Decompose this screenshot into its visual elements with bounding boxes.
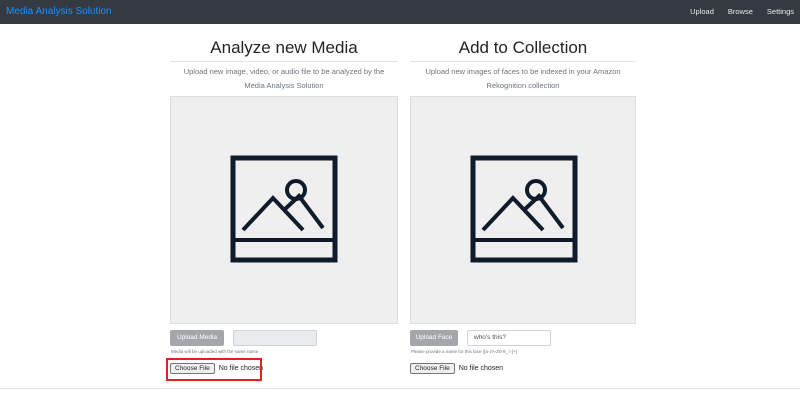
choose-file-button[interactable]: Choose File bbox=[410, 363, 455, 374]
nav-settings[interactable]: Settings bbox=[767, 7, 794, 16]
image-placeholder-icon bbox=[230, 155, 338, 263]
image-placeholder-icon bbox=[470, 155, 578, 263]
brand-link[interactable]: Media Analysis Solution bbox=[6, 6, 112, 17]
nav-upload[interactable]: Upload bbox=[690, 7, 714, 16]
face-hint: Please provide a name for this face ([a-… bbox=[411, 349, 518, 354]
navbar: Media Analysis Solution Upload Browse Se… bbox=[0, 0, 800, 24]
media-hint: Media will be uploaded with the same nam… bbox=[171, 349, 259, 354]
media-preview bbox=[170, 96, 398, 324]
face-preview bbox=[410, 96, 636, 324]
media-name-field[interactable] bbox=[233, 330, 317, 346]
collection-title-rule bbox=[410, 61, 636, 62]
face-name-field[interactable]: who's this? bbox=[467, 330, 551, 346]
footer-divider bbox=[0, 388, 800, 389]
collection-title: Add to Collection bbox=[458, 38, 588, 57]
highlight-box bbox=[166, 358, 262, 381]
collection-description: Upload new images of faces to be indexed… bbox=[425, 67, 621, 90]
analyze-title-rule bbox=[170, 61, 398, 62]
upload-face-button[interactable]: Upload Face bbox=[410, 330, 458, 346]
analyze-title: Analyze new Media bbox=[210, 38, 358, 57]
nav-browse[interactable]: Browse bbox=[728, 7, 753, 16]
face-file-input[interactable]: Choose File No file chosen bbox=[410, 363, 503, 374]
nav-links: Upload Browse Settings bbox=[690, 7, 794, 16]
no-file-text: No file chosen bbox=[458, 365, 504, 372]
upload-media-button[interactable]: Upload Media bbox=[170, 330, 224, 346]
analyze-description: Upload new image, video, or audio file t… bbox=[183, 67, 385, 90]
